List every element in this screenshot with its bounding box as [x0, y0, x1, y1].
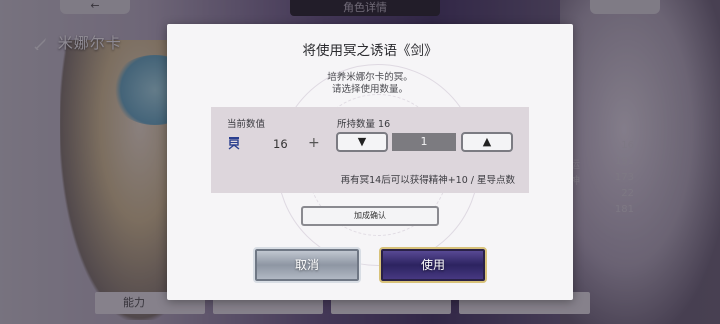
nether-glyph-icon — [228, 137, 240, 150]
held-quantity-label: 所持数量 16 — [337, 119, 391, 130]
plus-sign: + — [308, 135, 320, 151]
use-button[interactable]: 使用 — [379, 247, 487, 283]
bonus-note: 再有冥14后可以获得精神+10 / 星导点数 — [340, 175, 515, 186]
dialog-instruction: 请选择使用数量。 — [331, 84, 408, 95]
bonus-confirm-button[interactable]: 加成确认 — [301, 206, 439, 226]
increase-button[interactable]: ▲ — [461, 132, 513, 152]
current-value: 16 — [273, 137, 288, 151]
triangle-up-icon: ▲ — [482, 135, 492, 148]
dialog-title: 将使用冥之诱语《剑》 — [302, 43, 438, 59]
quantity-panel: 当前数值 所持数量 16 16 + ▼ 1 ▲ 再有冥14后可以获得精神+10 … — [211, 107, 529, 193]
quantity-field[interactable]: 1 — [392, 133, 456, 151]
triangle-down-icon: ▼ — [357, 135, 367, 148]
decrease-button[interactable]: ▼ — [336, 132, 388, 152]
current-value-label: 当前数值 — [227, 119, 266, 130]
cancel-button[interactable]: 取消 — [253, 247, 361, 283]
use-item-dialog: 将使用冥之诱语《剑》 培养米娜尔卡的冥。 请选择使用数量。 当前数值 所持数量 … — [167, 24, 573, 300]
